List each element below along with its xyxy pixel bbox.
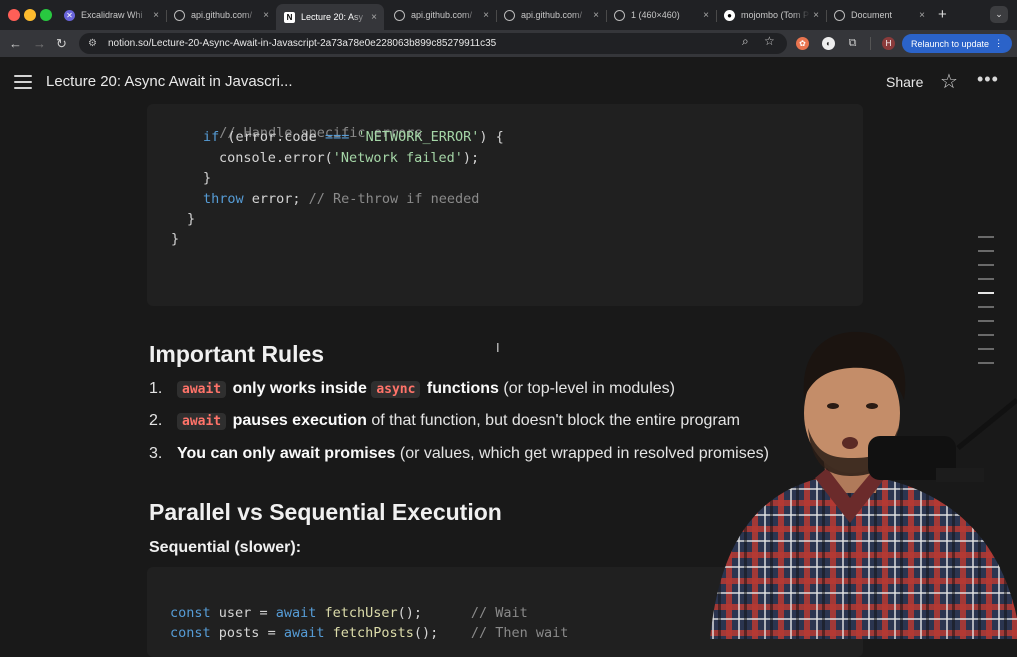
presenter-image (710, 331, 1017, 639)
toc-marker-active[interactable] (978, 292, 994, 294)
browser-tab-strip: ✕ Excalidraw Whi × api.github.com/ × N L… (0, 0, 1017, 30)
browser-tab-active[interactable]: N Lecture 20: Asy × (276, 4, 384, 30)
browser-tab[interactable]: api.github.com/ × (166, 4, 276, 26)
forward-arrow-icon[interactable]: → (33, 36, 46, 51)
globe-icon (614, 9, 625, 21)
browser-tab[interactable]: Document × (826, 4, 932, 26)
toc-marker[interactable] (978, 306, 994, 308)
menu-icon[interactable] (14, 75, 32, 93)
subheading-sequential: Sequential (slower): (149, 539, 302, 556)
back-arrow-icon[interactable]: ← (9, 36, 22, 51)
heading-parallel-vs-sequential: Parallel vs Sequential Execution (149, 499, 502, 525)
code-line: throw error; // Re-throw if needed (203, 191, 480, 207)
favorite-star-icon[interactable]: ☆ (940, 69, 958, 94)
github-icon: ● (724, 9, 735, 21)
code-line: } (171, 231, 180, 247)
close-tab-icon[interactable]: × (260, 10, 272, 21)
close-window-button[interactable] (8, 9, 20, 21)
avatar[interactable]: H (882, 37, 895, 50)
code-line: if (error.code === 'NETWORK_ERROR') { (203, 129, 504, 145)
site-info-icon[interactable]: ⚙ (88, 38, 100, 49)
globe-icon (834, 9, 845, 21)
code-line: } (187, 211, 196, 227)
inline-code: await (177, 381, 227, 398)
close-tab-icon[interactable]: × (150, 10, 162, 21)
toc-marker[interactable] (978, 250, 994, 252)
browser-tab[interactable]: 1 (460×460) × (606, 4, 716, 26)
zoom-icon[interactable]: ⌕ (742, 34, 749, 49)
browser-tab[interactable]: ✕ Excalidraw Whi × (56, 4, 166, 26)
globe-icon (504, 9, 515, 21)
excalidraw-icon: ✕ (64, 9, 75, 21)
new-tab-button[interactable]: + (938, 6, 947, 23)
close-tab-icon[interactable]: × (368, 12, 380, 23)
maximize-window-button[interactable] (40, 9, 52, 21)
text-cursor-icon: I (496, 340, 500, 355)
inline-code: async (371, 381, 421, 398)
toc-marker[interactable] (978, 236, 994, 238)
url-text[interactable]: notion.so/Lecture-20-Async-Await-in-Java… (108, 38, 496, 49)
toc-marker[interactable] (978, 264, 994, 266)
list-item: 2. await pauses execution of that functio… (149, 412, 740, 430)
browser-tab[interactable]: api.github.com/ × (496, 4, 606, 26)
close-tab-icon[interactable]: × (810, 10, 822, 21)
inline-code: await (177, 413, 227, 430)
browser-tab[interactable]: api.github.com/ × (386, 4, 496, 26)
more-options-icon[interactable]: ••• (977, 69, 999, 90)
globe-icon (174, 9, 185, 21)
close-tab-icon[interactable]: × (916, 10, 928, 21)
close-tab-icon[interactable]: × (480, 10, 492, 21)
globe-icon (394, 9, 405, 21)
page-title[interactable]: Lecture 20: Async Await in Javascri... (46, 73, 293, 90)
list-item: 3. You can only await promises (or values… (149, 445, 769, 462)
code-line: const user = await fetchUser(); // Wait (170, 605, 528, 621)
bookmark-star-icon[interactable]: ☆ (764, 34, 775, 48)
webcam-overlay (700, 318, 1017, 639)
notion-icon: N (284, 11, 295, 23)
close-tab-icon[interactable]: × (590, 10, 602, 21)
browser-toolbar: ← → ↻ ⚙ notion.so/Lecture-20-Async-Await… (0, 30, 1017, 57)
relaunch-button[interactable]: Relaunch to update ⋮ (902, 34, 1013, 53)
browser-tab[interactable]: ● mojombo (Tom P × (716, 4, 826, 26)
code-line: console.error('Network failed'); (219, 150, 480, 166)
toc-marker[interactable] (978, 278, 994, 280)
close-tab-icon[interactable]: × (700, 10, 712, 21)
extensions-puzzle-icon[interactable]: ⧉ (846, 37, 859, 50)
code-line: } (203, 170, 212, 186)
address-bar[interactable]: ⚙ notion.so/Lecture-20-Async-Await-in-Ja… (79, 33, 787, 54)
tab-search-chevron-icon[interactable]: ⌄ (990, 6, 1008, 23)
share-button[interactable]: Share (886, 74, 923, 90)
notion-topbar: Lecture 20: Async Await in Javascri... S… (0, 57, 1017, 107)
heading-important-rules: Important Rules (149, 341, 325, 367)
extension-icon[interactable]: ◐ (822, 37, 835, 50)
reload-icon[interactable]: ↻ (56, 36, 67, 52)
minimize-window-button[interactable] (24, 9, 36, 21)
more-vert-icon: ⋮ (994, 38, 1004, 48)
extension-icon[interactable]: ✿ (796, 37, 809, 50)
list-item: 1. await only works inside async function… (149, 380, 675, 398)
